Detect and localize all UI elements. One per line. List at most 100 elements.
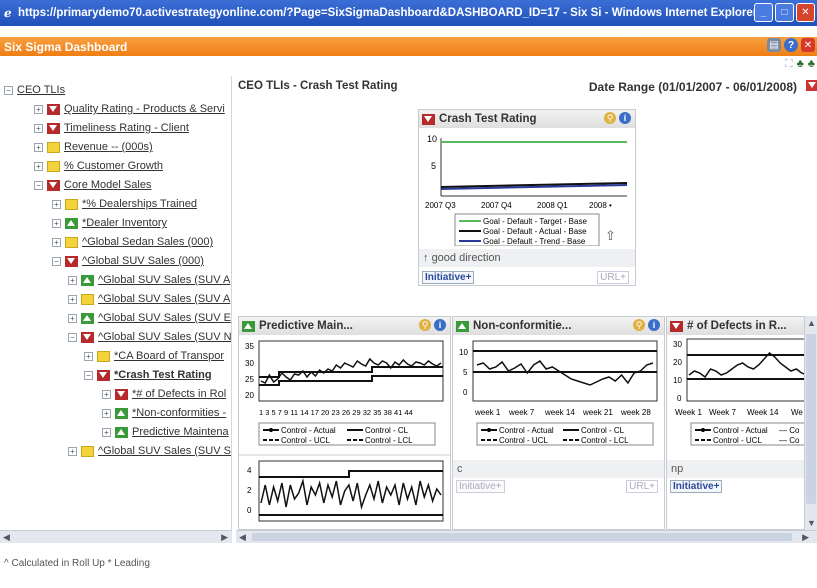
info-icon[interactable]: i bbox=[434, 319, 446, 331]
crash-test-title: Crash Test Rating bbox=[439, 113, 537, 125]
scroll-right-icon[interactable]: ▶ bbox=[802, 532, 809, 543]
expand-icon[interactable]: + bbox=[102, 427, 111, 437]
expand-icon[interactable]: + bbox=[68, 313, 77, 323]
tree-item[interactable]: − CEO TLIs bbox=[4, 81, 65, 99]
tree-item-label[interactable]: *# of Defects in Rol bbox=[132, 388, 226, 400]
minimize-button[interactable]: _ bbox=[754, 3, 773, 22]
expand-icon[interactable]: + bbox=[52, 237, 61, 247]
info-icon[interactable]: i bbox=[648, 319, 660, 331]
tree-item[interactable]: + Predictive Maintena bbox=[102, 423, 229, 441]
tree-item-label[interactable]: Timeliness Rating - Client bbox=[64, 122, 189, 134]
predictive-chart: 35 30 25 20 1 3 5 7 9 11 14 17 20 23 26 … bbox=[239, 340, 450, 522]
tree-item-label[interactable]: ^Global SUV Sales (SUV E bbox=[98, 312, 231, 324]
collapse-icon[interactable]: − bbox=[4, 85, 13, 95]
tree-item[interactable]: + Quality Rating - Products & Servi bbox=[34, 100, 225, 118]
expand-icon[interactable]: + bbox=[34, 123, 43, 133]
tree-item[interactable]: + *# of Defects in Rol bbox=[102, 385, 226, 403]
scroll-up-icon[interactable]: ▲ bbox=[807, 318, 816, 328]
expand-icon[interactable]: + bbox=[102, 408, 111, 418]
tree-item[interactable]: + ^Global Sedan Sales (000) bbox=[52, 233, 213, 251]
url-button[interactable]: URL+ bbox=[626, 480, 658, 493]
tree-item[interactable]: + Revenue -- (000s) bbox=[34, 138, 153, 156]
tree-item-label[interactable]: *CA Board of Transpor bbox=[114, 350, 224, 362]
scroll-left-icon[interactable]: ◀ bbox=[3, 532, 10, 543]
main-hscrollbar[interactable]: ◀ ▶ bbox=[236, 530, 817, 543]
expand-icon[interactable]: + bbox=[52, 199, 61, 209]
calendar-icon[interactable] bbox=[806, 80, 817, 91]
tree-item-label[interactable]: *Dealer Inventory bbox=[82, 217, 167, 229]
expand-icon[interactable]: + bbox=[68, 275, 77, 285]
tree-item[interactable]: + % Customer Growth bbox=[34, 157, 163, 175]
expand-icon[interactable]: + bbox=[102, 389, 111, 399]
y-tick: 2 bbox=[247, 486, 252, 495]
tree-item-label[interactable]: % Customer Growth bbox=[64, 160, 163, 172]
x-tick: week 28 bbox=[620, 408, 651, 417]
tree-item-label[interactable]: Predictive Maintena bbox=[132, 426, 229, 438]
tree-item-label[interactable]: Core Model Sales bbox=[64, 179, 151, 191]
tree-item-label[interactable]: ^Global SUV Sales (SUV A bbox=[98, 274, 230, 286]
magnify-icon[interactable]: ⚲ bbox=[604, 112, 616, 124]
collapse-icon[interactable]: − bbox=[84, 370, 93, 380]
expand-icon[interactable]: + bbox=[68, 446, 77, 456]
tree-item-label[interactable]: *Non-conformities - bbox=[132, 407, 226, 419]
tree-item-label[interactable]: ^Global SUV Sales (SUV A bbox=[98, 293, 230, 305]
expand-icon[interactable]: + bbox=[34, 161, 43, 171]
collapse-icon[interactable]: − bbox=[52, 256, 61, 266]
tree-alt-icon[interactable]: ♣ bbox=[808, 58, 815, 71]
tree-item-label[interactable]: ^Global SUV Sales (000) bbox=[82, 255, 204, 267]
expand-icon[interactable]: + bbox=[68, 294, 77, 304]
tree-item-label[interactable]: Quality Rating - Products & Servi bbox=[64, 103, 225, 115]
status-neutral-icon bbox=[47, 160, 60, 172]
expand-icon[interactable]: + bbox=[34, 142, 43, 152]
y-tick: 0 bbox=[247, 506, 252, 515]
tree-item[interactable]: − Core Model Sales bbox=[34, 176, 151, 194]
tree-item[interactable]: − ^Global SUV Sales (SUV N bbox=[68, 328, 231, 346]
scroll-right-icon[interactable]: ▶ bbox=[221, 532, 228, 543]
expand-icon[interactable]: + bbox=[52, 218, 61, 228]
expand-icon[interactable]: + bbox=[34, 104, 43, 114]
tree-item[interactable]: − *Crash Test Rating bbox=[84, 366, 212, 384]
maximize-button[interactable]: □ bbox=[775, 3, 794, 22]
legend-item: Control - UCL bbox=[281, 436, 330, 445]
window-icon[interactable]: ▤ bbox=[767, 38, 781, 52]
scroll-left-icon[interactable]: ◀ bbox=[239, 532, 246, 543]
tree-item-label[interactable]: ^Global Sedan Sales (000) bbox=[82, 236, 213, 248]
expand-icon[interactable]: + bbox=[84, 351, 93, 361]
tree-item-label[interactable]: ^Global SUV Sales (SUV N bbox=[98, 331, 231, 343]
status-strip: ↑ good direction bbox=[419, 249, 635, 267]
tree-item[interactable]: + *% Dealerships Trained bbox=[52, 195, 197, 213]
tree-item[interactable]: + *Non-conformities - bbox=[102, 404, 226, 422]
tree-item-label[interactable]: *% Dealerships Trained bbox=[82, 198, 197, 210]
tree-item-label[interactable]: *Crash Test Rating bbox=[114, 369, 212, 381]
initiative-button[interactable]: Initiative+ bbox=[422, 271, 475, 284]
tree-item[interactable]: + Timeliness Rating - Client bbox=[34, 119, 189, 137]
initiative-button[interactable]: Initiative+ bbox=[670, 480, 723, 493]
tree-item[interactable]: + ^Global SUV Sales (SUV A bbox=[68, 290, 230, 308]
magnify-icon[interactable]: ⚲ bbox=[633, 319, 645, 331]
tree-item[interactable]: + ^Global SUV Sales (SUV S bbox=[68, 442, 231, 460]
tree-hscrollbar[interactable]: ◀ ▶ bbox=[0, 530, 232, 543]
tree-item[interactable]: + *Dealer Inventory bbox=[52, 214, 167, 232]
expand-icon[interactable]: ⛶ bbox=[785, 58, 793, 71]
tree-item-label[interactable]: ^Global SUV Sales (SUV S bbox=[98, 445, 231, 457]
close-icon[interactable]: ✕ bbox=[801, 38, 815, 52]
main-vscrollbar[interactable]: ▲ ▼ bbox=[804, 316, 817, 530]
tree-item-label[interactable]: CEO TLIs bbox=[17, 84, 65, 96]
tree-item[interactable]: + ^Global SUV Sales (SUV A bbox=[68, 271, 230, 289]
scroll-down-icon[interactable]: ▼ bbox=[807, 518, 816, 528]
collapse-icon[interactable]: − bbox=[68, 332, 77, 342]
help-icon[interactable]: ? bbox=[784, 38, 798, 52]
tree-item[interactable]: + ^Global SUV Sales (SUV E bbox=[68, 309, 231, 327]
url-button[interactable]: URL+ bbox=[597, 271, 629, 284]
info-icon[interactable]: i bbox=[619, 112, 631, 124]
initiative-button[interactable]: Initiative+ bbox=[456, 480, 505, 493]
tree-item[interactable]: + *CA Board of Transpor bbox=[84, 347, 224, 365]
tree-icon[interactable]: ♣ bbox=[797, 58, 804, 71]
magnify-icon[interactable]: ⚲ bbox=[419, 319, 431, 331]
status-down-icon bbox=[422, 113, 435, 125]
close-button[interactable]: ✕ bbox=[796, 3, 815, 22]
status-neutral-icon bbox=[81, 293, 94, 305]
collapse-icon[interactable]: − bbox=[34, 180, 43, 190]
tree-item[interactable]: − ^Global SUV Sales (000) bbox=[52, 252, 204, 270]
tree-item-label[interactable]: Revenue -- (000s) bbox=[64, 141, 153, 153]
